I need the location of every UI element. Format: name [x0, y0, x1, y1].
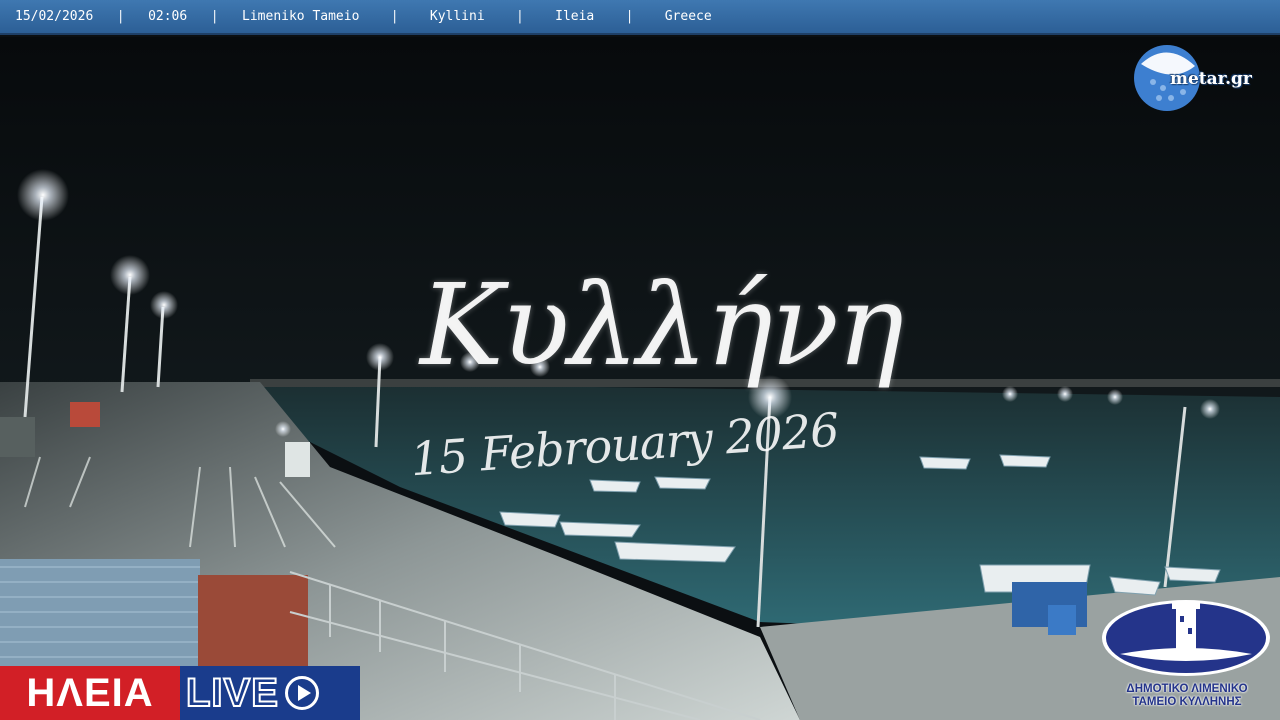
port-fund-line2: ΤΑΜΕΙΟ ΚΥΛΛΗΝΗΣ: [1132, 696, 1242, 708]
shed-roof: [0, 559, 200, 669]
watermark-title: Κυλλήνη: [420, 261, 904, 391]
separator: |: [210, 9, 219, 24]
play-icon: [284, 676, 319, 710]
red-roof: [198, 575, 308, 675]
ileia-live-logo: ΗΛΕΙΑ LIVE: [0, 666, 360, 720]
date-text: 15/02/2026: [15, 9, 94, 24]
info-bar: 15/02/2026 | 02:06 | Limeniko Tameio | K…: [0, 0, 1280, 35]
metar-logo-text: metar.gr: [1170, 69, 1252, 89]
location-text: Limeniko Tameio: [242, 9, 360, 24]
port-fund-line1: ΔΗΜΟΤΙΚΟ ΛΙΜΕΝΙΚΟ: [1126, 683, 1248, 695]
separator: |: [515, 9, 524, 24]
port-fund-text: ΔΗΜΟΤΙΚΟ ΛΙΜΕΝΙΚΟ ΤΑΜΕΙΟ ΚΥΛΛΗΝΗΣ: [1102, 683, 1272, 709]
truck: [285, 442, 310, 477]
region-text: Ileia: [555, 9, 595, 24]
separator: |: [625, 9, 634, 24]
live-label: LIVE: [185, 670, 279, 716]
port-fund-emblem-icon: [1102, 600, 1270, 676]
country-text: Greece: [664, 9, 712, 24]
separator: |: [390, 9, 399, 24]
town-text: Kyllini: [429, 9, 485, 24]
time-text: 02:06: [148, 9, 188, 24]
separator: |: [116, 9, 125, 24]
ileia-label: ΗΛΕΙΑ: [0, 666, 180, 720]
webcam-frame: 15/02/2026 | 02:06 | Limeniko Tameio | K…: [0, 0, 1280, 720]
live-badge: LIVE: [180, 666, 360, 720]
